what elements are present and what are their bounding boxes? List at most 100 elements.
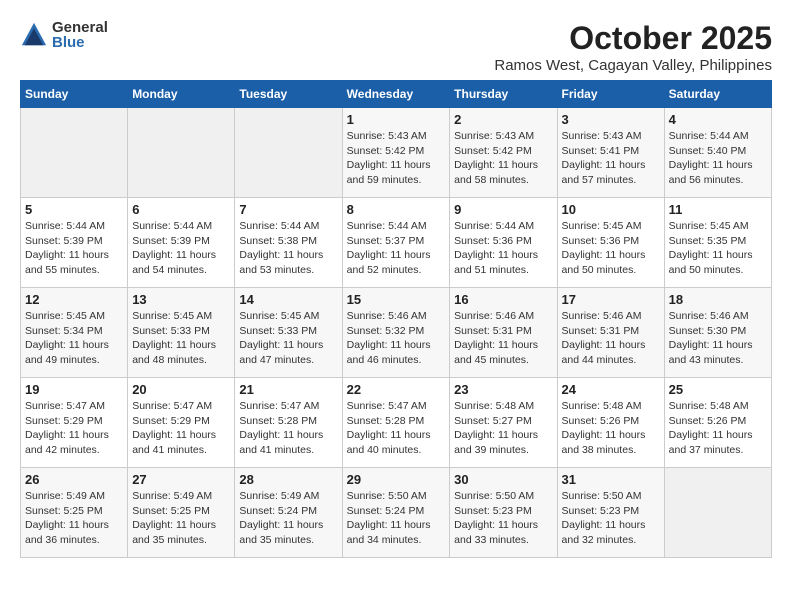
day-number-12: 12	[25, 292, 123, 307]
day-cell-3: 3 Sunrise: 5:43 AM Sunset: 5:41 PM Daylig…	[557, 108, 664, 198]
week-row-3: 12 Sunrise: 5:45 AM Sunset: 5:34 PM Dayli…	[21, 288, 772, 378]
day-cell-17: 17 Sunrise: 5:46 AM Sunset: 5:31 PM Dayli…	[557, 288, 664, 378]
weekday-row: SundayMondayTuesdayWednesdayThursdayFrid…	[21, 81, 772, 108]
day-cell-24: 24 Sunrise: 5:48 AM Sunset: 5:26 PM Dayli…	[557, 378, 664, 468]
day-info-2: Sunrise: 5:43 AM Sunset: 5:42 PM Dayligh…	[454, 129, 552, 188]
day-number-22: 22	[347, 382, 446, 397]
day-number-2: 2	[454, 112, 552, 127]
day-info-25: Sunrise: 5:48 AM Sunset: 5:26 PM Dayligh…	[669, 399, 767, 458]
day-cell-20: 20 Sunrise: 5:47 AM Sunset: 5:29 PM Dayli…	[128, 378, 235, 468]
day-info-20: Sunrise: 5:47 AM Sunset: 5:29 PM Dayligh…	[132, 399, 230, 458]
week-row-4: 19 Sunrise: 5:47 AM Sunset: 5:29 PM Dayli…	[21, 378, 772, 468]
day-cell-31: 31 Sunrise: 5:50 AM Sunset: 5:23 PM Dayli…	[557, 468, 664, 558]
day-cell-8: 8 Sunrise: 5:44 AM Sunset: 5:37 PM Daylig…	[342, 198, 450, 288]
day-number-10: 10	[562, 202, 660, 217]
day-info-7: Sunrise: 5:44 AM Sunset: 5:38 PM Dayligh…	[239, 219, 337, 278]
day-info-22: Sunrise: 5:47 AM Sunset: 5:28 PM Dayligh…	[347, 399, 446, 458]
day-number-6: 6	[132, 202, 230, 217]
week-row-1: 1Sunrise: 5:43 AM Sunset: 5:42 PM Daylig…	[21, 108, 772, 198]
day-number-30: 30	[454, 472, 552, 487]
day-cell-25: 25 Sunrise: 5:48 AM Sunset: 5:26 PM Dayli…	[664, 378, 771, 468]
day-info-1: Sunrise: 5:43 AM Sunset: 5:42 PM Dayligh…	[347, 129, 446, 188]
day-cell-15: 15Sunrise: 5:46 AM Sunset: 5:32 PM Dayli…	[342, 288, 450, 378]
logo-blue-text: Blue	[52, 35, 108, 50]
day-cell-13: 13 Sunrise: 5:45 AM Sunset: 5:33 PM Dayli…	[128, 288, 235, 378]
day-info-30: Sunrise: 5:50 AM Sunset: 5:23 PM Dayligh…	[454, 489, 552, 548]
day-info-23: Sunrise: 5:48 AM Sunset: 5:27 PM Dayligh…	[454, 399, 552, 458]
empty-cell	[21, 108, 128, 198]
day-number-28: 28	[239, 472, 337, 487]
day-info-13: Sunrise: 5:45 AM Sunset: 5:33 PM Dayligh…	[132, 309, 230, 368]
title-area: October 2025 Ramos West, Cagayan Valley,…	[494, 20, 772, 74]
location: Ramos West, Cagayan Valley, Philippines	[494, 57, 772, 74]
day-cell-30: 30 Sunrise: 5:50 AM Sunset: 5:23 PM Dayli…	[450, 468, 557, 558]
day-cell-29: 29 Sunrise: 5:50 AM Sunset: 5:24 PM Dayli…	[342, 468, 450, 558]
day-info-18: Sunrise: 5:46 AM Sunset: 5:30 PM Dayligh…	[669, 309, 767, 368]
day-number-29: 29	[347, 472, 446, 487]
day-info-12: Sunrise: 5:45 AM Sunset: 5:34 PM Dayligh…	[25, 309, 123, 368]
weekday-header-friday: Friday	[557, 81, 664, 108]
day-cell-28: 28Sunrise: 5:49 AM Sunset: 5:24 PM Dayli…	[235, 468, 342, 558]
day-info-14: Sunrise: 5:45 AM Sunset: 5:33 PM Dayligh…	[239, 309, 337, 368]
day-number-15: 15	[347, 292, 446, 307]
day-info-10: Sunrise: 5:45 AM Sunset: 5:36 PM Dayligh…	[562, 219, 660, 278]
weekday-header-sunday: Sunday	[21, 81, 128, 108]
day-cell-21: 21Sunrise: 5:47 AM Sunset: 5:28 PM Dayli…	[235, 378, 342, 468]
day-info-19: Sunrise: 5:47 AM Sunset: 5:29 PM Dayligh…	[25, 399, 123, 458]
week-row-5: 26Sunrise: 5:49 AM Sunset: 5:25 PM Dayli…	[21, 468, 772, 558]
day-number-11: 11	[669, 202, 767, 217]
day-number-8: 8	[347, 202, 446, 217]
day-info-8: Sunrise: 5:44 AM Sunset: 5:37 PM Dayligh…	[347, 219, 446, 278]
logo-general-text: General	[52, 20, 108, 35]
day-cell-2: 2 Sunrise: 5:43 AM Sunset: 5:42 PM Daylig…	[450, 108, 557, 198]
day-number-13: 13	[132, 292, 230, 307]
day-cell-19: 19 Sunrise: 5:47 AM Sunset: 5:29 PM Dayli…	[21, 378, 128, 468]
day-cell-7: 7Sunrise: 5:44 AM Sunset: 5:38 PM Daylig…	[235, 198, 342, 288]
day-number-16: 16	[454, 292, 552, 307]
day-cell-27: 27 Sunrise: 5:49 AM Sunset: 5:25 PM Dayli…	[128, 468, 235, 558]
weekday-header-thursday: Thursday	[450, 81, 557, 108]
day-number-19: 19	[25, 382, 123, 397]
day-info-26: Sunrise: 5:49 AM Sunset: 5:25 PM Dayligh…	[25, 489, 123, 548]
day-number-3: 3	[562, 112, 660, 127]
day-cell-16: 16Sunrise: 5:46 AM Sunset: 5:31 PM Dayli…	[450, 288, 557, 378]
day-number-9: 9	[454, 202, 552, 217]
day-number-31: 31	[562, 472, 660, 487]
logo: General Blue	[20, 20, 108, 50]
month-title: October 2025	[494, 20, 772, 57]
calendar-header: SundayMondayTuesdayWednesdayThursdayFrid…	[21, 81, 772, 108]
day-info-6: Sunrise: 5:44 AM Sunset: 5:39 PM Dayligh…	[132, 219, 230, 278]
day-info-11: Sunrise: 5:45 AM Sunset: 5:35 PM Dayligh…	[669, 219, 767, 278]
weekday-header-wednesday: Wednesday	[342, 81, 450, 108]
weekday-header-saturday: Saturday	[664, 81, 771, 108]
day-number-17: 17	[562, 292, 660, 307]
day-cell-26: 26Sunrise: 5:49 AM Sunset: 5:25 PM Dayli…	[21, 468, 128, 558]
day-info-4: Sunrise: 5:44 AM Sunset: 5:40 PM Dayligh…	[669, 129, 767, 188]
day-info-24: Sunrise: 5:48 AM Sunset: 5:26 PM Dayligh…	[562, 399, 660, 458]
day-info-31: Sunrise: 5:50 AM Sunset: 5:23 PM Dayligh…	[562, 489, 660, 548]
day-number-18: 18	[669, 292, 767, 307]
day-cell-6: 6 Sunrise: 5:44 AM Sunset: 5:39 PM Daylig…	[128, 198, 235, 288]
day-info-17: Sunrise: 5:46 AM Sunset: 5:31 PM Dayligh…	[562, 309, 660, 368]
calendar-table: SundayMondayTuesdayWednesdayThursdayFrid…	[20, 80, 772, 558]
empty-cell	[235, 108, 342, 198]
day-info-27: Sunrise: 5:49 AM Sunset: 5:25 PM Dayligh…	[132, 489, 230, 548]
day-number-25: 25	[669, 382, 767, 397]
day-info-21: Sunrise: 5:47 AM Sunset: 5:28 PM Dayligh…	[239, 399, 337, 458]
day-info-29: Sunrise: 5:50 AM Sunset: 5:24 PM Dayligh…	[347, 489, 446, 548]
logo-icon	[20, 21, 48, 49]
day-number-27: 27	[132, 472, 230, 487]
day-number-4: 4	[669, 112, 767, 127]
day-number-23: 23	[454, 382, 552, 397]
day-cell-14: 14Sunrise: 5:45 AM Sunset: 5:33 PM Dayli…	[235, 288, 342, 378]
logo-text: General Blue	[52, 20, 108, 50]
week-row-2: 5Sunrise: 5:44 AM Sunset: 5:39 PM Daylig…	[21, 198, 772, 288]
day-info-3: Sunrise: 5:43 AM Sunset: 5:41 PM Dayligh…	[562, 129, 660, 188]
day-number-24: 24	[562, 382, 660, 397]
weekday-header-monday: Monday	[128, 81, 235, 108]
empty-cell	[664, 468, 771, 558]
day-number-20: 20	[132, 382, 230, 397]
weekday-header-tuesday: Tuesday	[235, 81, 342, 108]
day-info-9: Sunrise: 5:44 AM Sunset: 5:36 PM Dayligh…	[454, 219, 552, 278]
day-cell-18: 18 Sunrise: 5:46 AM Sunset: 5:30 PM Dayli…	[664, 288, 771, 378]
